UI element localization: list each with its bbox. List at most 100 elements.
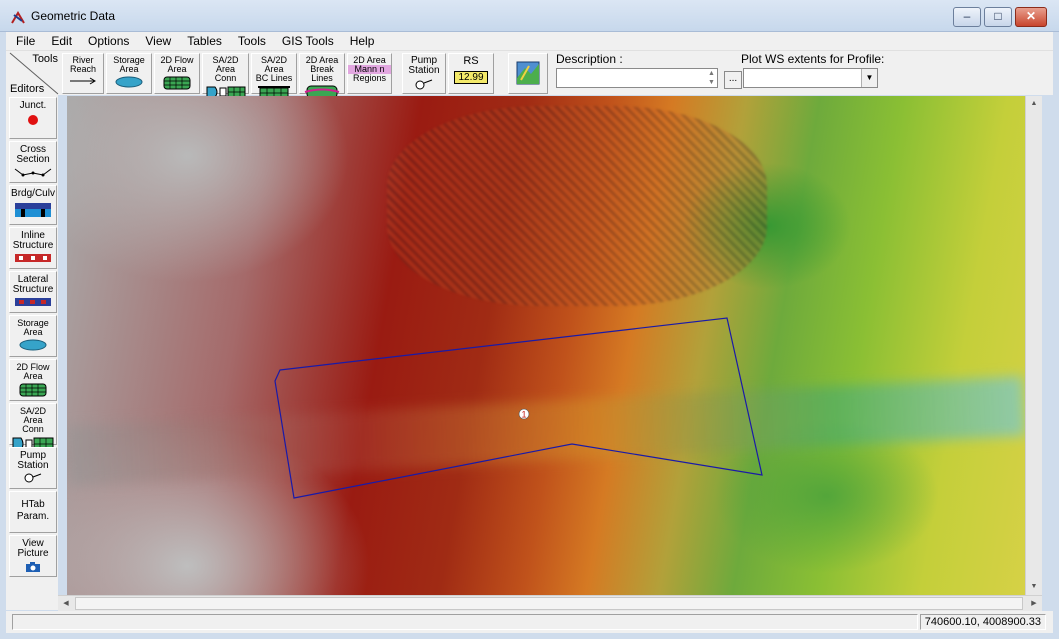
scroll-right-arrow-icon[interactable]: ▶	[1026, 596, 1042, 611]
menu-tables[interactable]: Tables	[179, 34, 230, 48]
pump-label-2: Station	[408, 65, 440, 76]
2d-mesh-icon	[163, 76, 191, 90]
lateral-label-2: Structure	[12, 284, 54, 295]
hec-ras-icon	[11, 11, 25, 24]
status-message-pane	[12, 614, 918, 630]
menu-bar: File Edit Options View Tables Tools GIS …	[6, 32, 1053, 50]
tools-editors-corner: Tools Editors	[6, 51, 62, 96]
plot-ws-profile-select[interactable]: ▼	[743, 68, 878, 88]
xs-label-2: Section	[16, 154, 50, 165]
menu-file[interactable]: File	[6, 34, 43, 48]
lateral-structure-icon	[15, 298, 51, 306]
sa-2d-conn-button[interactable]: SA/2D Area Conn	[202, 53, 249, 98]
geometry-map-canvas[interactable]: 1	[67, 96, 1025, 595]
bridge-culvert-editor-button[interactable]: Brdg/Culv	[9, 185, 57, 225]
geometry-overlay: 1	[274, 317, 763, 499]
pump-station-button[interactable]: Pump Station	[402, 53, 446, 94]
river-reach-button[interactable]: River Reach	[62, 53, 104, 94]
2d-flow-area-label-2: Area	[167, 64, 187, 74]
camera-icon	[26, 562, 40, 572]
menu-view[interactable]: View	[137, 34, 179, 48]
rs-button[interactable]: RS 12.99	[448, 53, 494, 94]
description-ellipsis-button[interactable]: ...	[724, 71, 742, 89]
storage-area-editor-button[interactable]: Storage Area	[9, 315, 57, 357]
view-picture-editor-button[interactable]: View Picture	[9, 535, 57, 577]
menu-options[interactable]: Options	[80, 34, 137, 48]
storage-area-icon	[115, 76, 143, 88]
cross-section-editor-button[interactable]: Cross Section	[9, 141, 57, 183]
break-lines-label-2: Break Lines	[310, 64, 334, 83]
htab-label-2: Param.	[16, 511, 50, 522]
status-bar: 740600.10, 4008900.33	[6, 611, 1053, 633]
sa-conn-ed-label-1: SA/2D Area	[19, 406, 46, 425]
horizontal-scrollbar[interactable]: ◀ ▶	[58, 595, 1042, 611]
sa-2d-conn-label-2: Conn	[214, 73, 237, 83]
storage-area-label: 1	[521, 410, 526, 420]
inline-structure-editor-button[interactable]: Inline Structure	[9, 227, 57, 269]
junction-editor-button[interactable]: Junct.	[9, 97, 57, 139]
editors-label: Editors	[10, 83, 45, 95]
scroll-down-arrow-icon[interactable]: ▼	[1026, 579, 1042, 595]
coordinate-readout: 740600.10, 4008900.33	[920, 614, 1046, 630]
junction-icon	[28, 115, 38, 125]
toolbar: Tools Editors River Reach Storage Area 2…	[6, 50, 1053, 99]
bridge-icon	[15, 203, 51, 217]
scroll-left-arrow-icon[interactable]: ◀	[58, 596, 74, 611]
menu-edit[interactable]: Edit	[43, 34, 80, 48]
lateral-structure-editor-button[interactable]: Lateral Structure	[9, 271, 57, 313]
vertical-scrollbar[interactable]: ▲ ▼	[1025, 96, 1042, 595]
sa-2d-conn-label-1: SA/2D Area	[212, 55, 239, 74]
storage-area-label-2: Area	[119, 64, 139, 74]
map-layers-icon	[516, 61, 540, 85]
storage-area-button[interactable]: Storage Area	[106, 53, 152, 94]
htab-param-editor-button[interactable]: HTab Param.	[9, 491, 57, 533]
rs-label: RS	[463, 55, 479, 67]
plot-ws-label: Plot WS extents for Profile:	[741, 52, 885, 66]
sa-2d-bc-label-1: SA/2D Area	[260, 55, 287, 74]
close-button[interactable]: ✕	[1015, 7, 1047, 27]
2d-flow-area-button[interactable]: 2D Flow Area	[154, 53, 200, 94]
menu-tools[interactable]: Tools	[230, 34, 274, 48]
minimize-button[interactable]: –	[953, 7, 981, 27]
mann-label-3: Regions	[352, 73, 387, 83]
2d-flow-area-editor-button[interactable]: 2D Flow Area	[9, 359, 57, 401]
description-field[interactable]	[556, 68, 718, 88]
view-pic-label-2: Picture	[17, 548, 49, 559]
sa-2d-bc-lines-button[interactable]: SA/2D Area BC Lines	[251, 53, 297, 99]
brdg-label: Brdg/Culv	[11, 188, 55, 199]
2d-ed-label-2: Area	[23, 371, 43, 381]
pump-station-editor-button[interactable]: Pump Station	[9, 447, 57, 489]
window-title: Geometric Data	[31, 9, 116, 23]
sa-2d-bc-label-2: BC Lines	[255, 73, 293, 83]
pump-icon	[415, 79, 433, 90]
horizontal-scroll-thumb[interactable]	[75, 597, 1023, 610]
description-spin[interactable]: ▲ ▼	[706, 69, 717, 87]
2d-mesh-icon	[19, 383, 47, 397]
sa-2d-conn-editor-button[interactable]: SA/2D Area Conn	[9, 403, 57, 451]
menu-gis-tools[interactable]: GIS Tools	[274, 34, 342, 48]
sa-conn-ed-label-2: Conn	[22, 424, 44, 434]
description-label: Description :	[556, 52, 623, 66]
junct-label: Junct.	[19, 100, 47, 111]
inline-label-2: Structure	[12, 240, 54, 251]
title-bar: Geometric Data – □ ✕	[0, 0, 1059, 32]
2d-area-break-lines-button[interactable]: 2D Area Break Lines	[299, 53, 345, 99]
storage-ed-label-2: Area	[23, 327, 43, 337]
storage-area-polygon[interactable]	[274, 317, 763, 499]
chevron-down-icon[interactable]: ▼	[861, 69, 877, 87]
cross-section-icon	[14, 168, 52, 177]
arrow-icon	[70, 77, 96, 85]
river-reach-label-2: Reach	[69, 64, 96, 74]
storage-area-icon	[19, 339, 47, 351]
menu-help[interactable]: Help	[342, 34, 383, 48]
map-layers-button[interactable]	[508, 53, 548, 94]
maximize-button[interactable]: □	[984, 7, 1012, 27]
pump-icon	[24, 473, 42, 483]
2d-area-mann-regions-button[interactable]: 2D Area Mann n Regions	[347, 53, 392, 94]
scroll-up-arrow-icon[interactable]: ▲	[1026, 96, 1042, 112]
pump-ed-label-2: Station	[17, 460, 49, 471]
tools-label: Tools	[32, 53, 58, 65]
editors-panel: Junct. Cross Section Brdg/Culv Inline St…	[6, 95, 58, 610]
rs-value-tag: 12.99	[454, 71, 488, 84]
inline-structure-icon	[15, 254, 51, 262]
